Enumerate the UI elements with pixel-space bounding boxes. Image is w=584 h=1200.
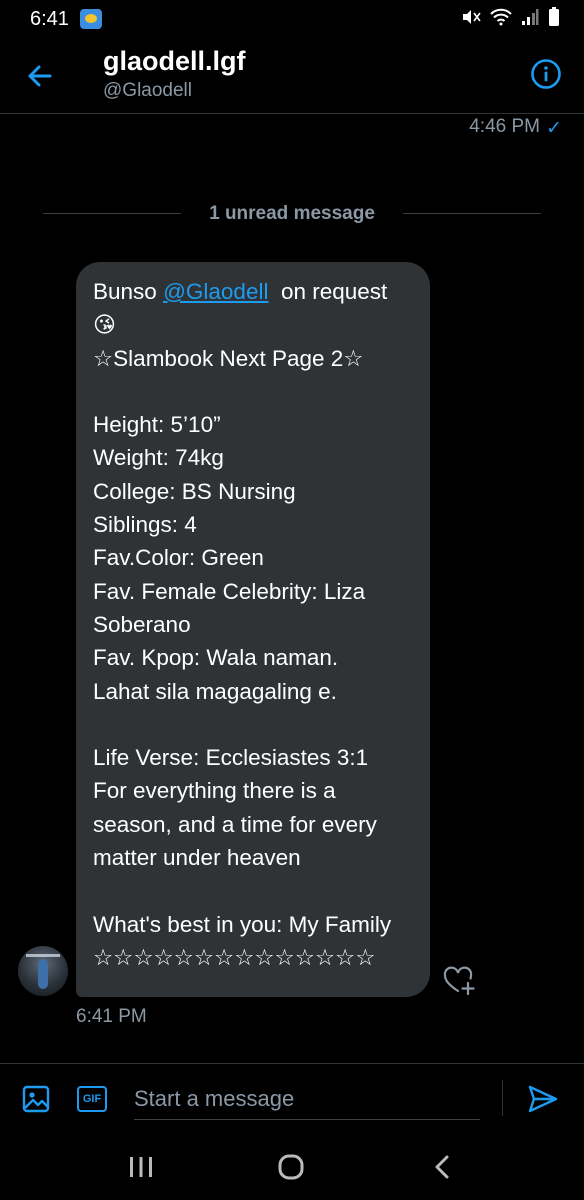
message-line: ☆☆☆☆☆☆☆☆☆☆☆☆☆☆ xyxy=(93,944,376,970)
back-button[interactable] xyxy=(22,58,58,94)
image-icon xyxy=(22,1085,50,1113)
message-greeting-line: Bunso @Glaodell on request xyxy=(93,275,430,308)
gif-button[interactable]: GIF xyxy=(77,1086,107,1112)
send-icon xyxy=(528,1085,558,1113)
message-line: matter under heaven xyxy=(93,845,301,871)
unread-label: 1 unread message xyxy=(209,203,375,224)
message-line: Weight: 74kg xyxy=(93,445,224,471)
back-arrow-icon xyxy=(28,65,52,87)
message-line: Lahat sila magagaling e. xyxy=(93,678,337,704)
message-line: Soberano xyxy=(93,611,191,637)
home-button[interactable] xyxy=(276,1153,306,1181)
message-line: Life Verse: Ecclesiastes 3:1 xyxy=(93,745,369,771)
message-lines: ☆Slambook Next Page 2☆ Height: 5’10” Wei… xyxy=(93,342,430,975)
message-line: What's best in you: My Family xyxy=(93,911,392,937)
message-bubble[interactable]: Bunso @Glaodell on request 😘 ☆Slambook N… xyxy=(76,262,430,997)
composer: GIF xyxy=(0,1063,584,1133)
recent-apps-icon xyxy=(130,1157,152,1177)
mute-icon xyxy=(463,10,481,24)
message-line: Fav. Female Celebrity: Liza xyxy=(93,578,366,604)
message-line: Siblings: 4 xyxy=(93,512,197,538)
send-button[interactable] xyxy=(527,1084,559,1114)
conversation-name[interactable]: glaodell.lgf xyxy=(103,46,246,77)
divider-line xyxy=(403,213,541,214)
message-line xyxy=(93,874,430,907)
read-check-icon: ✓ xyxy=(546,118,562,139)
recent-apps-button[interactable] xyxy=(126,1153,156,1181)
info-button[interactable] xyxy=(530,58,562,90)
sender-avatar[interactable] xyxy=(18,946,68,996)
message-line xyxy=(93,708,430,741)
message-line: Fav.Color: Green xyxy=(93,545,264,571)
wifi-icon xyxy=(490,8,512,26)
message-line: ☆Slambook Next Page 2☆ xyxy=(93,345,364,371)
message-line: Fav. Kpop: Wala naman. xyxy=(93,645,339,671)
battery-icon xyxy=(549,7,559,26)
nav-back-icon xyxy=(435,1155,449,1179)
add-reaction-button[interactable] xyxy=(443,966,477,996)
message-emoji-line: 😘 xyxy=(93,308,430,341)
status-bar: 6:41 xyxy=(0,0,584,40)
system-nav-bar xyxy=(0,1133,584,1200)
home-icon xyxy=(278,1154,304,1180)
greeting-suffix: on request xyxy=(268,279,388,304)
message-time: 6:41 PM xyxy=(76,1006,147,1027)
message-line: For everything there is a xyxy=(93,778,336,804)
image-button[interactable] xyxy=(21,1084,51,1114)
mention-link[interactable]: @Glaodell xyxy=(163,279,268,304)
greeting-prefix: Bunso xyxy=(93,279,164,304)
info-icon xyxy=(531,59,561,89)
nav-back-button[interactable] xyxy=(428,1153,458,1181)
composer-divider xyxy=(502,1080,503,1116)
status-icons xyxy=(461,7,560,27)
conversation-handle: @Glaodell xyxy=(103,80,192,101)
unread-divider: 1 unread message xyxy=(43,200,541,228)
status-time: 6:41 xyxy=(30,8,69,30)
message-input[interactable] xyxy=(134,1078,480,1120)
signal-icon xyxy=(522,9,539,25)
heart-plus-icon xyxy=(443,966,475,996)
message-line: Height: 5’10” xyxy=(93,412,221,438)
conversation-header: glaodell.lgf @Glaodell xyxy=(0,40,584,114)
message-line: College: BS Nursing xyxy=(93,478,296,504)
message-line xyxy=(93,375,430,408)
notification-app-icon xyxy=(80,9,102,29)
message-line: season, and a time for every xyxy=(93,811,377,837)
previous-message-time: 4:46 PM xyxy=(469,116,540,137)
kiss-emoji: 😘 xyxy=(93,313,116,339)
